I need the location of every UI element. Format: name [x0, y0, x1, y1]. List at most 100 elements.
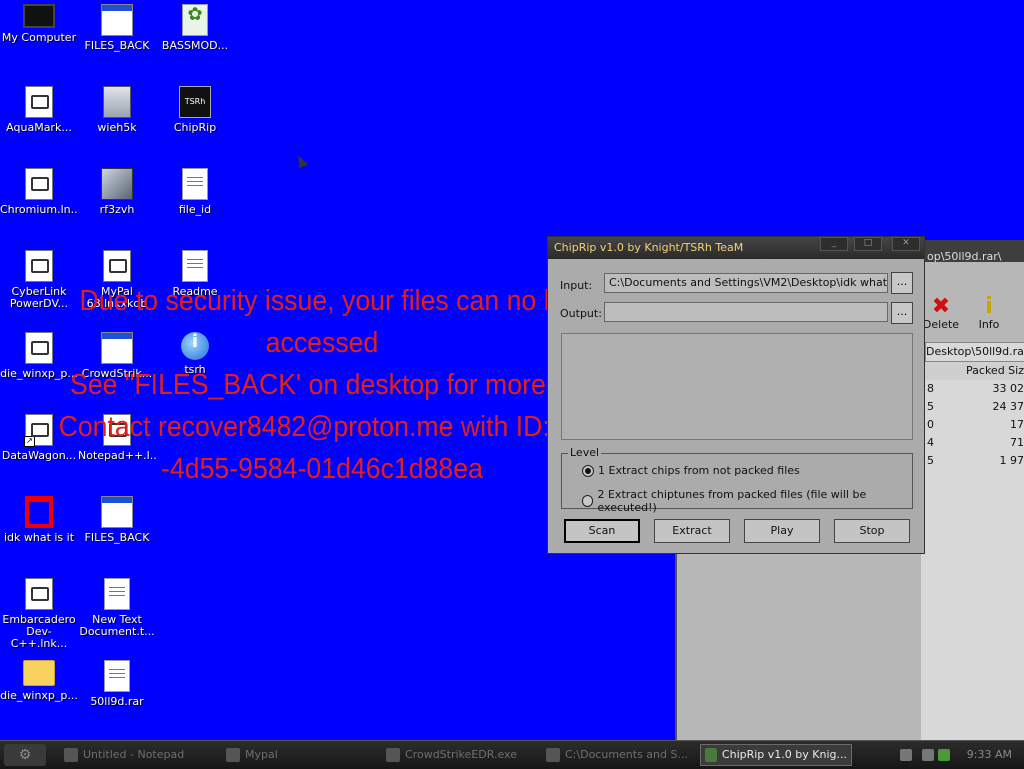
- input-browse-button[interactable]: ...: [891, 272, 913, 294]
- desktop-icon-wieh5k[interactable]: wieh5k: [78, 86, 156, 134]
- start-button[interactable]: ⚙: [4, 744, 46, 766]
- close-button[interactable]: ✕: [892, 237, 920, 251]
- icon-label: New Text Document.t...: [78, 614, 156, 638]
- icon-label: die_winxp_p...: [0, 690, 78, 702]
- icon-label: rf3zvh: [78, 204, 156, 216]
- desktop-icon-die-winxp-folder[interactable]: die_winxp_p...: [0, 660, 78, 702]
- icon-label: idk what is it: [0, 532, 78, 544]
- radio-label: 2 Extract chiptunes from packed files (f…: [597, 488, 912, 514]
- list-item[interactable]: 5 24 37: [921, 398, 1024, 416]
- chiprip-titlebar[interactable]: ChipRip v1.0 by Knight/TSRh TeaM _ □ ✕: [548, 237, 924, 259]
- level-option-1[interactable]: 1 Extract chips from not packed files: [582, 464, 800, 477]
- taskbar-item-notepad[interactable]: Untitled - Notepad: [64, 744, 214, 766]
- scan-button[interactable]: Scan: [564, 519, 640, 543]
- desktop-icon-files-back[interactable]: FILES_BACK: [78, 4, 156, 52]
- icon-label: BASSMOD...: [156, 40, 234, 52]
- cell: 1 97: [1000, 452, 1024, 470]
- document-icon: [182, 168, 208, 200]
- info-label: Info: [979, 318, 1000, 331]
- task-label: CrowdStrikeEDR.exe: [405, 744, 517, 766]
- desktop-icon-chiprip[interactable]: TSRh ChipRip: [156, 86, 234, 134]
- taskbar-item-explorer[interactable]: C:\Documents and S...: [546, 744, 696, 766]
- desktop-icon-idk-what-is-it[interactable]: idk what is it: [0, 496, 78, 544]
- gear-app-icon: [182, 4, 208, 36]
- list-item[interactable]: 51 97: [921, 452, 1024, 470]
- icon-label: My Computer: [0, 32, 78, 44]
- list-item[interactable]: 017: [921, 416, 1024, 434]
- desktop-icon-embarcadero[interactable]: Embarcadero Dev-C++.lnk...: [0, 578, 78, 650]
- list-item[interactable]: 8 33 02: [921, 380, 1024, 398]
- desktop-icon-rf3zvh[interactable]: rf3zvh: [78, 168, 156, 216]
- delete-icon: ✖: [921, 296, 961, 318]
- desktop-icon-rar[interactable]: 50ll9d.rar: [78, 660, 156, 708]
- clock[interactable]: 9:33 AM: [967, 744, 1012, 766]
- cell: 33 02: [993, 380, 1024, 398]
- delete-button[interactable]: ✖ Delete: [921, 296, 961, 331]
- task-label: ChipRip v1.0 by Knig...: [722, 744, 847, 766]
- output-path-field[interactable]: [604, 302, 888, 322]
- desktop-icon-bassmod[interactable]: BASSMOD...: [156, 4, 234, 52]
- desktop-icon-chromium[interactable]: Chromium.ln...: [0, 168, 78, 216]
- 7zip-icon: [546, 748, 560, 762]
- radio-label: 1 Extract chips from not packed files: [598, 464, 800, 477]
- keyboard-icon[interactable]: [900, 749, 912, 761]
- cell: 24 37: [993, 398, 1024, 416]
- document-icon: [104, 578, 130, 610]
- chiprip-icon: [705, 748, 717, 762]
- window-icon: [101, 4, 133, 36]
- results-list[interactable]: [561, 333, 913, 440]
- task-label: C:\Documents and S...: [565, 744, 688, 766]
- column-header-label: Packed Siz: [966, 362, 1024, 380]
- red-app-icon: [25, 496, 53, 528]
- input-path-field[interactable]: C:\Documents and Settings\VM2\Desktop\id…: [604, 273, 888, 293]
- dialog-title: ChipRip v1.0 by Knight/TSRh TeaM: [554, 241, 743, 254]
- output-browse-button[interactable]: ...: [891, 302, 913, 324]
- folder-icon: [23, 660, 55, 686]
- chiprip-dialog[interactable]: ChipRip v1.0 by Knight/TSRh TeaM _ □ ✕ I…: [547, 236, 925, 554]
- system-tray: 9:33 AM: [894, 744, 1024, 766]
- cell: 8: [927, 380, 934, 398]
- app-icon: [25, 86, 53, 118]
- app-icon: [386, 748, 400, 762]
- list-item[interactable]: 471: [921, 434, 1024, 452]
- level-label: Level: [568, 446, 601, 459]
- stop-button[interactable]: Stop: [834, 519, 910, 543]
- desktop-icon-new-text-document[interactable]: New Text Document.t...: [78, 578, 156, 638]
- desktop-icon-my-computer[interactable]: My Computer: [0, 4, 78, 44]
- security-icon[interactable]: [938, 749, 950, 761]
- taskbar-item-crowdstrike[interactable]: CrowdStrikeEDR.exe: [386, 744, 536, 766]
- maximize-button[interactable]: □: [854, 237, 882, 251]
- icon-label: AquaMark...: [0, 122, 78, 134]
- app-icon: [103, 250, 131, 282]
- archive-path: op\50ll9d.rar\: [927, 250, 1002, 263]
- archive-address-bar[interactable]: Desktop\50ll9d.rar: [925, 342, 1024, 362]
- output-label: Output:: [560, 307, 602, 320]
- archive-file-list[interactable]: 8 33 02 5 24 37 017 471 51 97: [921, 380, 1024, 740]
- taskbar-item-mypal[interactable]: Mypal: [226, 744, 376, 766]
- desktop-icon-file-id[interactable]: file_id: [156, 168, 234, 216]
- cell: 5: [927, 398, 934, 416]
- wing-icon: [101, 168, 133, 200]
- radio-button-selected[interactable]: [582, 465, 594, 477]
- icon-label: FILES_BACK: [78, 40, 156, 52]
- task-label: Untitled - Notepad: [83, 744, 184, 766]
- column-header-packed-size[interactable]: Packed Siz: [917, 362, 1024, 381]
- icon-label: wieh5k: [78, 122, 156, 134]
- desktop-icon-files-back-2[interactable]: FILES_BACK: [78, 496, 156, 544]
- cell: 17: [1010, 416, 1024, 434]
- desktop-icon-aquamark[interactable]: AquaMark...: [0, 86, 78, 134]
- app-icon: [25, 250, 53, 282]
- radio-button[interactable]: [582, 495, 593, 507]
- info-button[interactable]: i Info: [969, 296, 1009, 331]
- icon-label: FILES_BACK: [78, 532, 156, 544]
- info-icon: i: [969, 296, 1009, 318]
- minimize-button[interactable]: _: [820, 237, 848, 251]
- network-icon[interactable]: [922, 749, 934, 761]
- level-option-2[interactable]: 2 Extract chiptunes from packed files (f…: [582, 488, 912, 514]
- icon-label: ChipRip: [156, 122, 234, 134]
- taskbar-item-chiprip[interactable]: ChipRip v1.0 by Knig...: [700, 744, 852, 766]
- play-button[interactable]: Play: [744, 519, 820, 543]
- tsrh-icon: TSRh: [179, 86, 211, 118]
- extract-button[interactable]: Extract: [654, 519, 730, 543]
- mypal-icon: [226, 748, 240, 762]
